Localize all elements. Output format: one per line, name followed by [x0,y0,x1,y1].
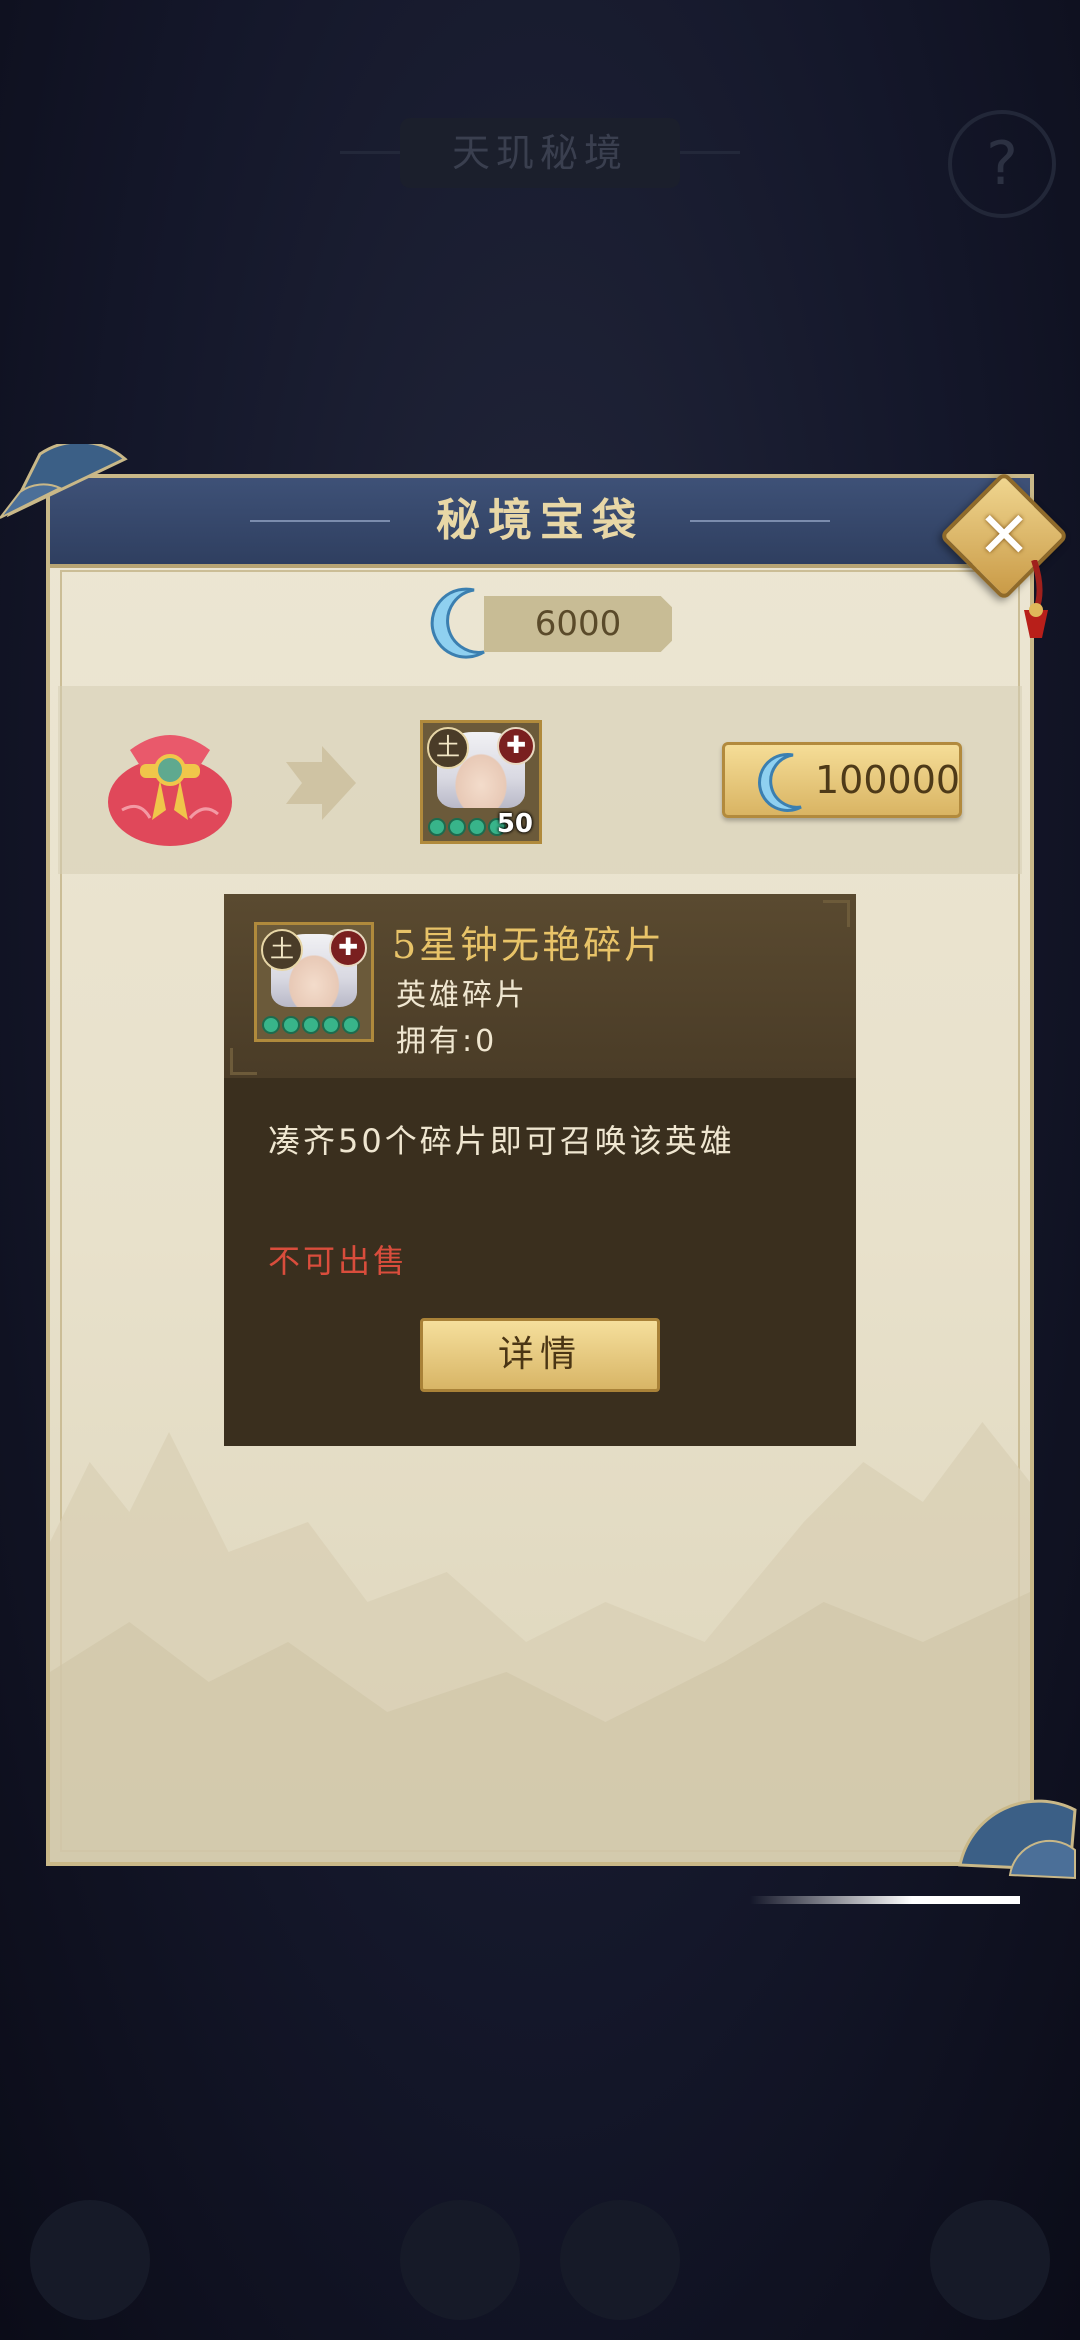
corner-ornament [230,1048,257,1075]
tooltip-hero-card: 土 ✚ [254,922,374,1042]
crescent-moon-icon [758,752,802,812]
lucky-bag-icon [108,735,232,846]
help-icon: ? [948,110,1056,218]
heal-cross-icon: ✚ [497,727,535,765]
panel-title: 秘境宝袋 [436,495,644,546]
element-badge: 土 [427,727,469,769]
price-amount: 100000 [815,758,961,802]
star-gems [261,1016,360,1035]
detail-button[interactable]: 详情 [420,1318,660,1392]
back-icon [30,2200,150,2320]
buy-button[interactable]: 100000 [722,742,962,818]
star-gems [427,818,506,837]
currency-amount: 6000 [484,596,672,652]
nav-icon-shop [560,2200,680,2320]
crescent-moon-icon [430,587,485,659]
fan-decoration-icon [958,1799,1077,1880]
item-name: 5星钟无艳碎片 [392,923,666,967]
nav-icon-hero [400,2200,520,2320]
owned-count: 拥有:0 [396,1024,498,1059]
fragment-count: 50 [496,809,533,839]
tassel-icon [1024,560,1048,638]
arrow-right-icon [286,746,356,820]
item-type: 英雄碎片 [396,978,528,1013]
item-tooltip: 土 ✚ 5星钟无艳碎片 英雄碎片 拥有:0 凑齐50个碎片即可召唤该英雄 不可出… [224,894,856,1446]
swipe-indicator [750,1896,1020,1904]
fan-decoration-icon [0,444,128,519]
corner-ornament [823,900,850,927]
heal-cross-icon: ✚ [329,929,367,967]
background-title: 天玑秘境 [340,118,740,188]
item-description: 凑齐50个碎片即可召唤该英雄 [268,1122,735,1160]
nav-icon-exit [930,2200,1050,2320]
hero-fragment-card[interactable]: 土 ✚ 50 [420,720,542,844]
sale-status: 不可出售 [268,1242,409,1280]
element-badge: 土 [261,929,303,971]
